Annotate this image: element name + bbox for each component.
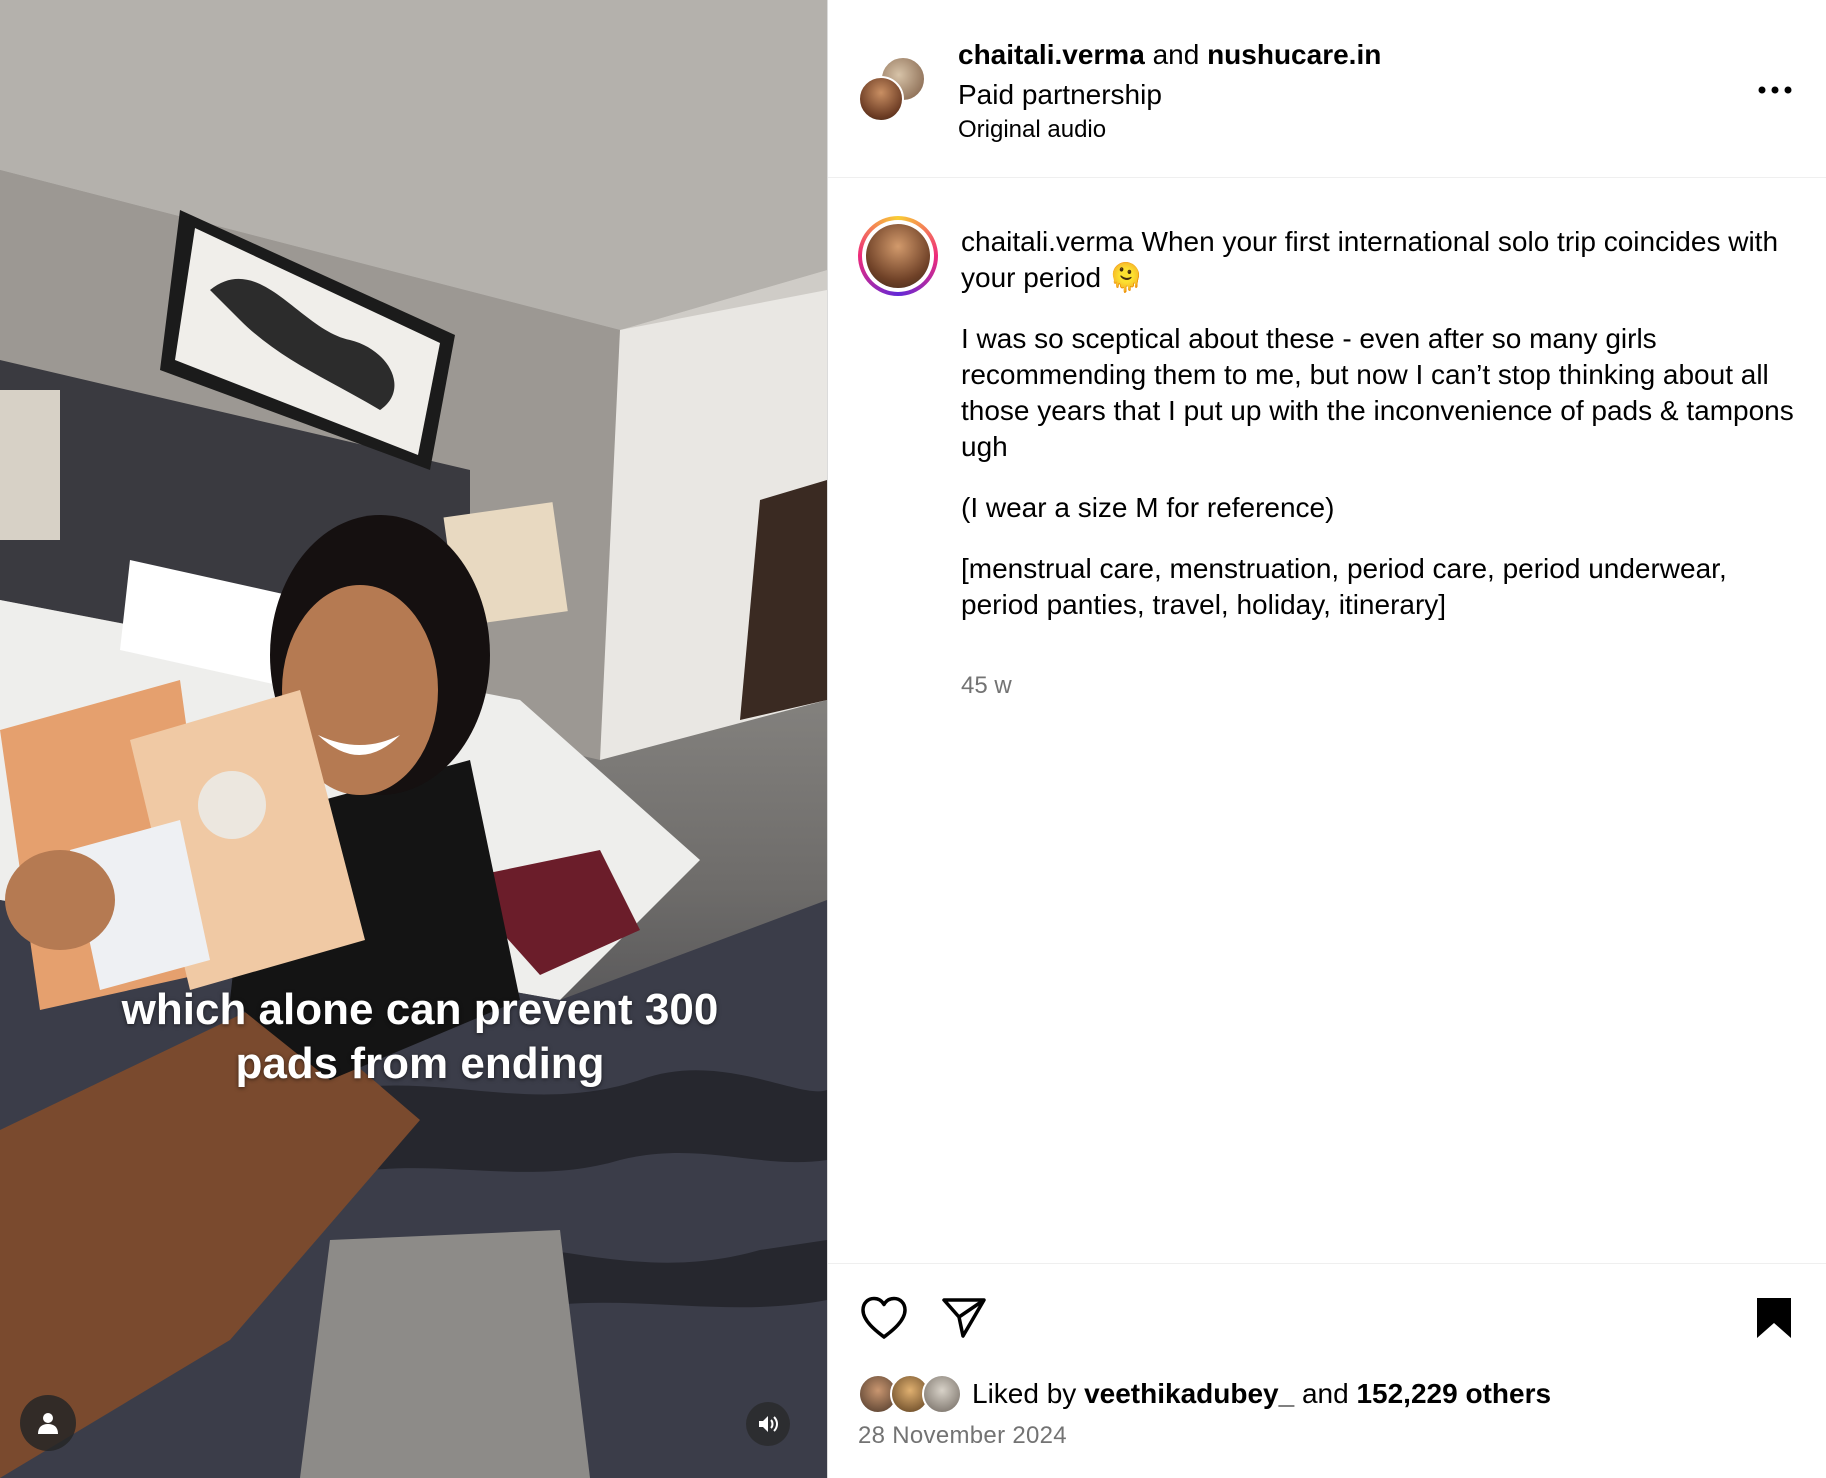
caption-paragraph: (I wear a size M for reference) bbox=[961, 492, 1335, 523]
caption-paragraph: I was so sceptical about these - even af… bbox=[961, 323, 1794, 462]
mute-toggle-button[interactable] bbox=[746, 1402, 790, 1446]
liked-user-link[interactable]: veethikadubey_ bbox=[1084, 1378, 1294, 1409]
bookmark-icon bbox=[1757, 1298, 1791, 1338]
caption-text: chaitali.verma When your first internati… bbox=[961, 224, 1796, 648]
audio-link[interactable]: Original audio bbox=[958, 115, 1106, 145]
heart-icon bbox=[861, 1296, 907, 1339]
more-options-button[interactable] bbox=[1753, 72, 1797, 108]
save-button[interactable] bbox=[1748, 1292, 1800, 1344]
more-horizontal-icon bbox=[1758, 86, 1792, 94]
authors-joiner: and bbox=[1152, 39, 1200, 70]
post-modal: which alone can prevent 300 pads from en… bbox=[0, 0, 1826, 1478]
video-caption: which alone can prevent 300 pads from en… bbox=[70, 983, 770, 1091]
paper-plane-icon bbox=[942, 1298, 986, 1338]
share-button[interactable] bbox=[938, 1292, 990, 1344]
speaker-icon bbox=[759, 1416, 778, 1432]
author-username-link[interactable]: chaitali.verma bbox=[958, 39, 1145, 70]
caption-line-2: pads from ending bbox=[235, 1039, 605, 1088]
avatar bbox=[922, 1374, 962, 1414]
video-player[interactable]: which alone can prevent 300 pads from en… bbox=[0, 0, 827, 1478]
avatar[interactable] bbox=[858, 76, 904, 122]
caption-paragraph: [menstrual care, menstruation, period ca… bbox=[961, 553, 1727, 620]
likes-text: Liked by veethikadubey_ and 152,229 othe… bbox=[972, 1378, 1551, 1410]
post-actions: Liked by veethikadubey_ and 152,229 othe… bbox=[828, 1263, 1826, 1478]
paid-partnership-label[interactable]: Paid partnership bbox=[958, 78, 1162, 112]
post-age[interactable]: 45 w bbox=[961, 672, 1012, 700]
story-ring-avatar[interactable] bbox=[858, 216, 938, 296]
video-frame bbox=[0, 0, 827, 1478]
post-authors: chaitali.verma and nushucare.in bbox=[958, 38, 1381, 72]
post-date[interactable]: 28 November 2024 bbox=[858, 1422, 1067, 1450]
partner-username-link[interactable]: nushucare.in bbox=[1207, 39, 1381, 70]
caption-username-link[interactable]: chaitali.verma bbox=[961, 226, 1134, 257]
like-button[interactable] bbox=[858, 1292, 910, 1344]
likes-summary: Liked by veethikadubey_ and 152,229 othe… bbox=[858, 1374, 1551, 1414]
post-details-panel: chaitali.verma and nushucare.in Paid par… bbox=[827, 0, 1826, 1478]
post-header: chaitali.verma and nushucare.in Paid par… bbox=[828, 0, 1826, 178]
collab-avatars[interactable] bbox=[858, 56, 928, 126]
user-icon bbox=[38, 1413, 58, 1434]
tagged-users-button[interactable] bbox=[20, 1395, 76, 1451]
likes-count-link[interactable]: 152,229 others bbox=[1356, 1378, 1551, 1409]
avatar bbox=[866, 224, 930, 288]
caption-line-1: which alone can prevent 300 bbox=[121, 985, 719, 1034]
liker-avatars[interactable] bbox=[858, 1374, 964, 1414]
liked-joiner: and bbox=[1301, 1378, 1349, 1409]
liked-by-prefix: Liked by bbox=[972, 1378, 1077, 1409]
